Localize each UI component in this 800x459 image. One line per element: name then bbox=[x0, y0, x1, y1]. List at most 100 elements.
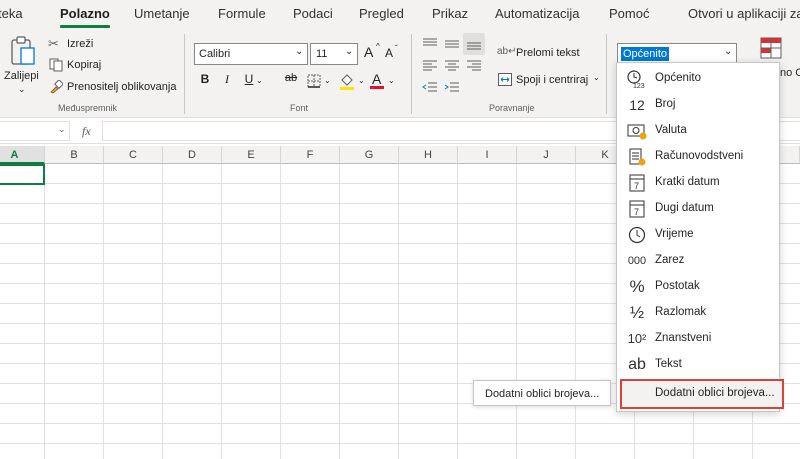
column-header[interactable]: C bbox=[104, 146, 163, 164]
align-right-icon[interactable] bbox=[466, 60, 482, 72]
tab-insert[interactable]: Umetanje bbox=[134, 6, 190, 21]
font-name-select[interactable]: Calibri ⌄ bbox=[194, 43, 308, 65]
merge-center-button[interactable]: Spoji i centriraj ⌄ bbox=[497, 72, 607, 88]
paste-dropdown-icon[interactable]: ⌄ bbox=[18, 84, 26, 95]
format-option-label: Općenito bbox=[655, 72, 702, 84]
format-option-label: Vrijeme bbox=[655, 228, 694, 240]
fill-color-icon[interactable] bbox=[339, 72, 355, 90]
strikethrough-button[interactable]: ab bbox=[284, 72, 298, 84]
align-bottom-button[interactable] bbox=[463, 33, 485, 55]
name-box[interactable]: ⌄ bbox=[0, 121, 70, 141]
bold-button[interactable]: B bbox=[198, 72, 212, 86]
tooltip: Dodatni oblici brojeva... bbox=[473, 380, 611, 406]
column-header[interactable]: A bbox=[0, 146, 45, 164]
active-cell[interactable] bbox=[0, 164, 45, 185]
column-header[interactable]: I bbox=[458, 146, 517, 164]
column-header[interactable]: F bbox=[281, 146, 340, 164]
font-color-bar bbox=[370, 86, 384, 89]
paste-button[interactable]: Zalijepi ⌄ bbox=[4, 34, 40, 96]
wrap-text-label: Prelomi tekst bbox=[516, 47, 580, 59]
column-header[interactable]: B bbox=[45, 146, 104, 164]
format-option-long-date[interactable]: 7 Dugi datum bbox=[617, 196, 779, 222]
borders-dropdown-icon[interactable]: ⌄ bbox=[324, 76, 331, 85]
tab-help[interactable]: Pomoć bbox=[609, 6, 649, 21]
font-group-label: Font bbox=[290, 103, 309, 113]
tab-home[interactable]: Polazno bbox=[60, 6, 110, 28]
align-left-icon[interactable] bbox=[422, 60, 438, 72]
decrease-indent-icon[interactable] bbox=[422, 82, 438, 94]
chevron-down-icon: ⌄ bbox=[345, 46, 354, 57]
underline-button[interactable]: U bbox=[242, 72, 256, 86]
font-size-select[interactable]: 11 ⌄ bbox=[310, 43, 358, 65]
tab-view[interactable]: Prikaz bbox=[432, 6, 468, 21]
format-option-number[interactable]: 12 Broj bbox=[617, 92, 779, 118]
tab-data[interactable]: Podaci bbox=[293, 6, 333, 21]
number-format-value: Općenito bbox=[621, 47, 670, 61]
increase-font-size-button[interactable]: A bbox=[364, 44, 373, 60]
paste-label: Zalijepi bbox=[4, 70, 39, 82]
wrap-text-button[interactable]: ab↵ Prelomi tekst bbox=[497, 46, 597, 62]
font-color-dropdown-icon[interactable]: ⌄ bbox=[388, 76, 395, 85]
wrap-text-icon: ab↵ bbox=[497, 46, 517, 57]
format-option-currency[interactable]: Valuta bbox=[617, 118, 779, 144]
font-color-button[interactable]: A bbox=[370, 70, 386, 90]
cut-button[interactable]: ✂ Izreži bbox=[48, 36, 108, 54]
column-header[interactable]: G bbox=[340, 146, 399, 164]
format-option-general[interactable]: 123 Općenito bbox=[617, 66, 779, 92]
fx-icon[interactable]: fx bbox=[82, 124, 91, 139]
format-option-accounting[interactable]: Računovodstveni bbox=[617, 144, 779, 170]
format-option-label: Broj bbox=[655, 98, 676, 110]
align-center-icon[interactable] bbox=[444, 60, 460, 72]
tab-formulas[interactable]: Formule bbox=[218, 6, 266, 21]
more-number-formats-button[interactable]: Dodatni oblici brojeva... bbox=[620, 379, 784, 409]
scissors-icon: ✂ bbox=[48, 36, 59, 51]
copy-button[interactable]: Kopiraj bbox=[48, 57, 108, 75]
alignment-group-label: Poravnanje bbox=[489, 103, 535, 113]
column-header[interactable]: J bbox=[517, 146, 576, 164]
scientific-icon: 10² bbox=[627, 331, 647, 346]
format-option-scientific[interactable]: 10² Znanstveni bbox=[617, 326, 779, 352]
format-option-label: Valuta bbox=[655, 124, 687, 136]
format-option-short-date[interactable]: 7 Kratki datum bbox=[617, 170, 779, 196]
format-option-label: Zarez bbox=[655, 254, 685, 266]
italic-button[interactable]: I bbox=[220, 72, 234, 87]
merge-center-label: Spoji i centriraj bbox=[516, 74, 589, 86]
format-option-fraction[interactable]: ½ Razlomak bbox=[617, 300, 779, 326]
tab-automate[interactable]: Automatizacija bbox=[495, 6, 580, 21]
format-option-label: Računovodstveni bbox=[655, 150, 744, 162]
format-option-label: Postotak bbox=[655, 280, 700, 292]
increase-indent-icon[interactable] bbox=[444, 82, 460, 94]
align-middle-icon[interactable] bbox=[444, 38, 460, 50]
font-color-icon: A bbox=[372, 71, 382, 87]
tab-file[interactable]: teka bbox=[0, 6, 23, 21]
format-option-text[interactable]: ab Tekst bbox=[617, 352, 779, 378]
comma-000-icon: 000 bbox=[627, 255, 647, 267]
tab-review[interactable]: Pregled bbox=[359, 6, 404, 21]
fill-color-dropdown-icon[interactable]: ⌄ bbox=[358, 76, 365, 85]
column-header[interactable]: E bbox=[222, 146, 281, 164]
column-header[interactable]: D bbox=[163, 146, 222, 164]
format-option-percent[interactable]: % Postotak bbox=[617, 274, 779, 300]
format-option-time[interactable]: Vrijeme bbox=[617, 222, 779, 248]
ribbon-tabs: teka Polazno Umetanje Formule Podaci Pre… bbox=[0, 0, 800, 30]
align-top-icon[interactable] bbox=[422, 38, 438, 50]
format-option-comma[interactable]: 000 Zarez bbox=[617, 248, 779, 274]
calendar-short-icon: 7 bbox=[629, 174, 645, 192]
paste-icon bbox=[11, 36, 35, 65]
brush-icon bbox=[50, 80, 63, 94]
conditional-format-icon[interactable] bbox=[760, 37, 782, 59]
group-separator bbox=[411, 34, 412, 114]
decrease-font-size-button[interactable]: A bbox=[385, 46, 393, 60]
open-in-app-link[interactable]: Otvori u aplikaciji za bbox=[688, 6, 800, 21]
borders-icon[interactable] bbox=[307, 74, 321, 88]
chevron-down-icon: ⌄ bbox=[295, 46, 304, 57]
column-header[interactable]: H bbox=[399, 146, 458, 164]
more-number-formats-label: Dodatni oblici brojeva... bbox=[655, 387, 775, 399]
format-painter-button[interactable]: Prenositelj oblikovanja bbox=[48, 79, 178, 97]
format-option-label: Dugi datum bbox=[655, 202, 714, 214]
underline-dropdown-icon[interactable]: ⌄ bbox=[256, 76, 263, 85]
svg-text:7: 7 bbox=[634, 181, 639, 191]
caret-down-icon: ˇ bbox=[395, 44, 398, 53]
format-painter-label: Prenositelj oblikovanja bbox=[67, 81, 177, 93]
format-option-label: Znanstveni bbox=[655, 332, 712, 344]
